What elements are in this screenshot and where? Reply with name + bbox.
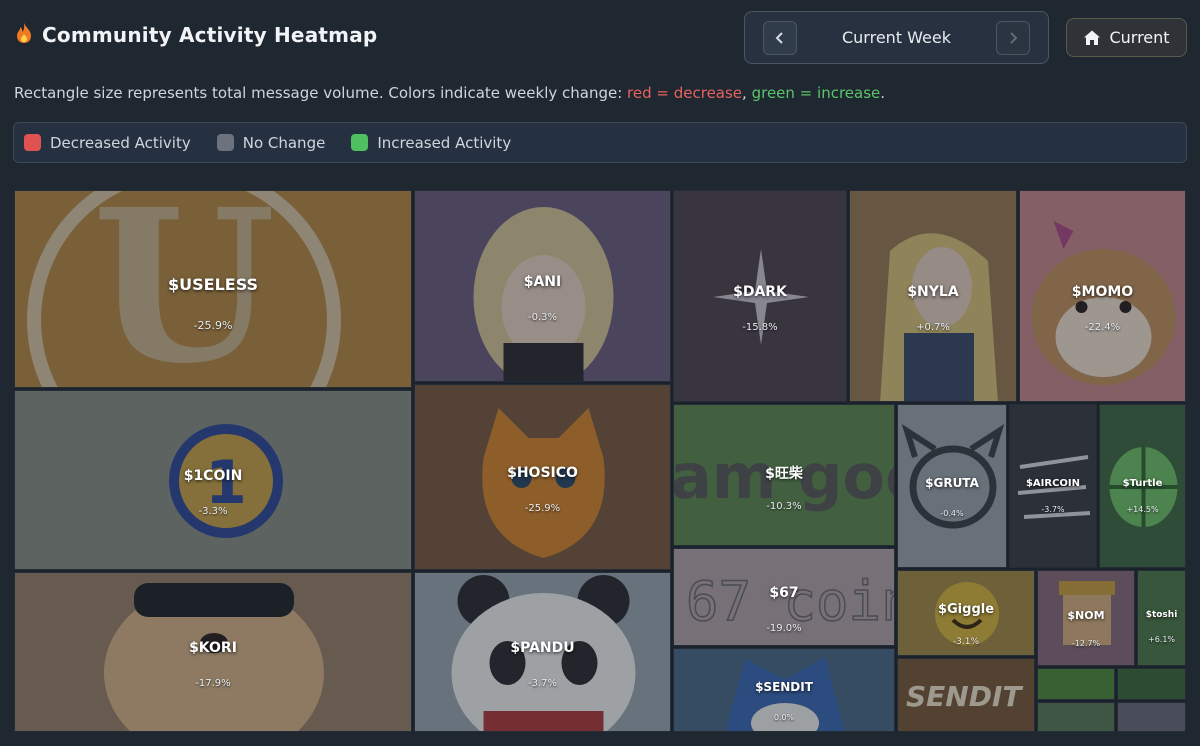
legend-swatch-red — [24, 134, 41, 151]
tile-token-name: $SENDIT — [755, 679, 813, 694]
tile-token-name: $NYLA — [907, 283, 959, 300]
tile-change-percent: +0.7% — [916, 322, 950, 334]
legend-swatch-green — [351, 134, 369, 151]
heatmap-tile[interactable]: am good.$旺柴-10.3% — [673, 404, 895, 546]
page-title: Community Activity Heatmap — [42, 22, 378, 47]
legend-increased: Increased Activity — [351, 134, 511, 152]
tile-token-name: $67 — [769, 584, 799, 601]
heatmap-tile[interactable]: $KORI -17.9% — [14, 572, 412, 732]
tile-change-percent: +14.5% — [1126, 505, 1159, 514]
current-week-button[interactable]: Current — [1066, 18, 1187, 57]
heatmap-tile[interactable]: U $USELESS -25.9% — [14, 190, 412, 388]
tile-change-percent: -15.8% — [742, 322, 778, 334]
heatmap-tile[interactable]: $toshi +6.1% — [1137, 570, 1186, 666]
heatmap-tile-unlabeled[interactable]: SENDIT — [897, 658, 1035, 732]
heatmap-tile[interactable]: $HOSICO -25.9% — [414, 384, 671, 570]
tile-change-percent: -25.9% — [193, 318, 233, 332]
current-button-label: Current — [1109, 28, 1170, 47]
activity-heatmap: U $USELESS -25.9% $ANI -0.3% $DARK -15.8% $NYLA… — [14, 190, 1186, 732]
tile-token-name: $toshi — [1145, 610, 1178, 621]
heatmap-tile[interactable]: $Giggle -3.1% — [897, 570, 1035, 656]
tile-token-name: $USELESS — [167, 274, 259, 294]
heatmap-tile[interactable]: $MOMO -22.4% — [1019, 190, 1186, 402]
tile-change-percent: -19.0% — [766, 623, 802, 635]
tile-overlay — [1038, 703, 1114, 731]
heatmap-tile[interactable]: $GRUTA -0.4% — [897, 404, 1007, 568]
increase-legend-text: green = increase — [751, 84, 881, 102]
tile-token-name: $旺柴 — [765, 465, 803, 482]
tile-change-percent: -3.3% — [198, 506, 228, 518]
tile-token-name: $ANI — [523, 273, 562, 290]
tile-token-name: $Giggle — [937, 601, 995, 617]
heatmap-tile[interactable]: $DARK -15.8% — [673, 190, 847, 402]
tile-change-percent: -0.3% — [527, 312, 557, 324]
legend-no-change: No Change — [216, 134, 325, 152]
tile-token-name: $HOSICO — [507, 464, 578, 481]
heatmap-tile-unlabeled[interactable] — [1117, 702, 1186, 732]
heatmap-tile-unlabeled[interactable] — [1117, 668, 1186, 700]
tile-change-percent: 0.0% — [773, 712, 795, 722]
heatmap-description: Rectangle size represents total message … — [14, 84, 886, 102]
tile-token-name: $GRUTA — [925, 475, 979, 490]
tile-overlay — [1118, 669, 1185, 699]
previous-week-button[interactable] — [763, 20, 797, 55]
next-week-button[interactable] — [995, 20, 1030, 55]
tile-change-percent: -12.7% — [1071, 638, 1101, 648]
tile-change-percent: -3.7% — [1041, 505, 1065, 514]
heatmap-tile[interactable]: $NYLA +0.7% — [849, 190, 1017, 402]
tile-token-name: $Turtle — [1122, 477, 1163, 489]
page-header: Community Activity Heatmap — [14, 22, 377, 47]
home-icon — [1084, 30, 1101, 45]
tile-token-name: $1COIN — [183, 467, 243, 484]
fire-icon — [14, 22, 34, 47]
heatmap-tile-unlabeled[interactable] — [1037, 702, 1115, 732]
legend-swatch-gray — [216, 134, 234, 151]
tile-change-percent: -25.9% — [524, 503, 561, 515]
chevron-right-icon — [1010, 31, 1018, 44]
tile-overlay — [898, 659, 1034, 731]
tile-token-name: $AIRCOIN — [1025, 477, 1081, 489]
tile-token-name: $KORI — [189, 639, 237, 656]
tile-change-percent: -22.4% — [1084, 322, 1121, 334]
color-legend: Decreased Activity No Change Increased A… — [13, 122, 1187, 163]
week-label: Current Week — [841, 28, 951, 47]
heatmap-tile[interactable]: $SENDIT 0.0% — [673, 648, 895, 732]
chevron-left-icon — [775, 31, 783, 44]
heatmap-tile[interactable]: 67 coin $67 -19.0% — [673, 548, 895, 646]
tile-overlay — [1118, 703, 1185, 731]
heatmap-tile[interactable]: $PANDU -3.7% — [414, 572, 671, 732]
tile-change-percent: -17.9% — [195, 678, 231, 690]
tile-change-percent: -3.7% — [527, 678, 557, 690]
tile-change-percent: -3.1% — [952, 637, 980, 648]
week-navigator: Current Week — [744, 11, 1049, 64]
heatmap-tile[interactable]: $AIRCOIN -3.7% — [1009, 404, 1097, 568]
heatmap-tile[interactable]: $NOM -12.7% — [1037, 570, 1135, 666]
tile-token-name: $DARK — [733, 283, 787, 300]
tile-overlay — [1038, 669, 1114, 699]
heatmap-tile[interactable]: $ANI -0.3% — [414, 190, 671, 382]
tile-change-percent: +6.1% — [1147, 635, 1176, 645]
heatmap-tile[interactable]: 1 $1COIN -3.3% — [14, 390, 412, 570]
tile-token-name: $NOM — [1067, 608, 1105, 622]
tile-change-percent: -10.3% — [766, 501, 802, 513]
legend-decreased: Decreased Activity — [24, 134, 191, 152]
tile-token-name: $PANDU — [510, 639, 575, 656]
heatmap-tile-unlabeled[interactable] — [1037, 668, 1115, 700]
decrease-legend-text: red = decrease — [627, 84, 743, 102]
tile-token-name: $MOMO — [1071, 283, 1134, 300]
tile-change-percent: -0.4% — [940, 508, 964, 518]
heatmap-tile[interactable]: $Turtle +14.5% — [1099, 404, 1186, 568]
